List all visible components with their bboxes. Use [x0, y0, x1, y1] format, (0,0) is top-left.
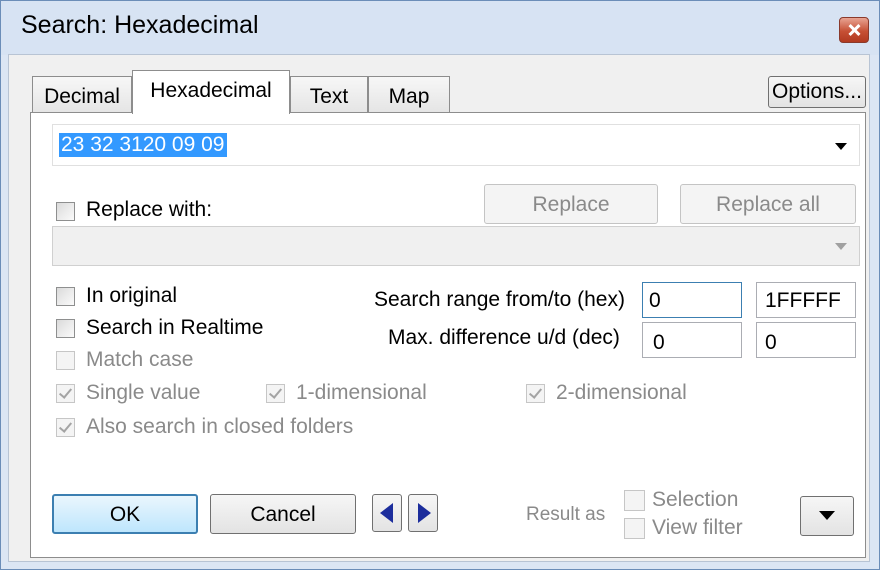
previous-button[interactable] [372, 494, 402, 532]
replace-all-button[interactable]: Replace all [680, 184, 856, 224]
search-realtime-checkbox[interactable] [56, 319, 75, 338]
in-original-label: In original [86, 284, 178, 307]
replace-button-label: Replace [532, 193, 610, 216]
cancel-button-label: Cancel [250, 503, 316, 526]
difference-up-field[interactable]: 0 [642, 322, 742, 358]
tab-label: Decimal [44, 85, 120, 108]
search-combo[interactable]: 23 32 3120 09 09 [52, 124, 860, 166]
close-icon[interactable] [839, 17, 869, 43]
one-dimensional-checkbox[interactable] [266, 384, 285, 403]
tab-text[interactable]: Text [290, 76, 368, 114]
replace-all-button-label: Replace all [716, 193, 820, 216]
tab-label: Hexadecimal [150, 79, 272, 102]
chevron-down-icon[interactable] [835, 243, 847, 250]
replace-label: Replace with: [86, 198, 213, 221]
tab-label: Map [388, 85, 430, 108]
match-case-checkbox[interactable] [56, 351, 75, 370]
window-title: Search: Hexadecimal [21, 11, 259, 39]
tab-label: Text [309, 85, 349, 108]
tab-hexadecimal[interactable]: Hexadecimal [132, 70, 290, 114]
difference-up-value: 0 [653, 331, 665, 354]
search-range-label: Search range from/to (hex) [374, 288, 625, 311]
selection-checkbox[interactable] [624, 490, 645, 511]
tab-decimal[interactable]: Decimal [32, 76, 132, 114]
tab-map[interactable]: Map [368, 76, 450, 114]
range-to-value: 1FFFFF [765, 289, 841, 312]
closed-folders-label: Also search in closed folders [86, 415, 354, 438]
replace-button[interactable]: Replace [484, 184, 658, 224]
one-dimensional-label: 1-dimensional [296, 381, 427, 404]
result-as-label: Result as [526, 504, 606, 525]
arrow-left-icon [380, 503, 393, 523]
closed-folders-checkbox[interactable] [56, 418, 75, 437]
replace-combo[interactable] [52, 226, 860, 266]
selection-label: Selection [652, 488, 739, 511]
view-filter-checkbox[interactable] [624, 518, 645, 539]
ok-button-label: OK [109, 503, 141, 526]
arrow-right-icon [418, 503, 431, 523]
range-to-field[interactable]: 1FFFFF [756, 282, 856, 318]
difference-down-value: 0 [765, 331, 777, 354]
match-case-label: Match case [86, 348, 194, 371]
two-dimensional-checkbox[interactable] [526, 384, 545, 403]
single-value-label: Single value [86, 381, 201, 404]
options-button[interactable]: Options... [768, 76, 866, 108]
search-input[interactable]: 23 32 3120 09 09 [59, 133, 227, 157]
single-value-checkbox[interactable] [56, 384, 75, 403]
more-options-button[interactable] [800, 496, 854, 536]
two-dimensional-label: 2-dimensional [556, 381, 687, 404]
search-realtime-label: Search in Realtime [86, 316, 264, 339]
difference-down-field[interactable]: 0 [756, 322, 856, 358]
title-bar[interactable]: Search: Hexadecimal [1, 1, 879, 55]
replace-checkbox[interactable] [56, 202, 75, 221]
view-filter-label: View filter [652, 516, 743, 539]
max-difference-label: Max. difference u/d (dec) [388, 326, 620, 349]
cancel-button[interactable]: Cancel [210, 494, 356, 534]
options-button-label: Options... [772, 80, 862, 103]
ok-button[interactable]: OK [52, 494, 198, 534]
chevron-down-icon[interactable] [835, 143, 847, 150]
range-from-value: 0 [649, 289, 661, 312]
next-button[interactable] [408, 494, 438, 532]
chevron-down-icon [819, 511, 835, 520]
range-from-field[interactable]: 0 [642, 282, 742, 318]
in-original-checkbox[interactable] [56, 287, 75, 306]
